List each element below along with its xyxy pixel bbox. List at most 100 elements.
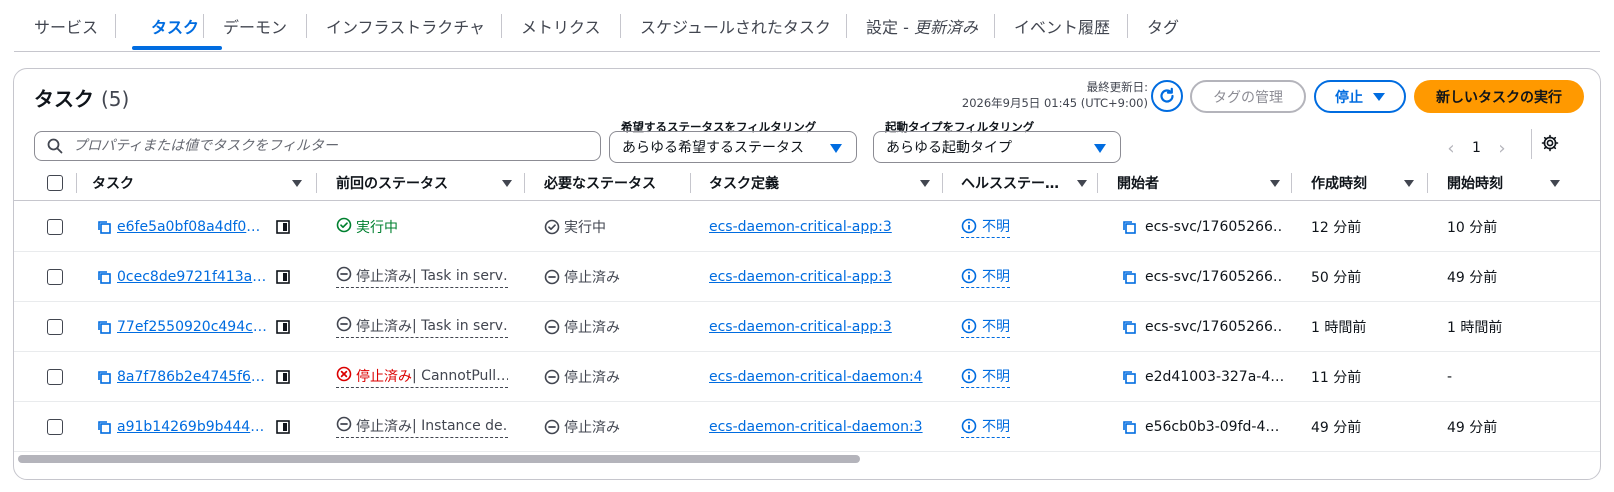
tab-metrics[interactable]: メトリクス: [521, 0, 601, 52]
started-by-cell: e56cb0b3-09fd-4…: [1121, 402, 1283, 452]
row-checkbox[interactable]: [47, 319, 63, 335]
task-definition-link[interactable]: ecs-daemon-critical-app:3: [709, 319, 892, 335]
task-id-link[interactable]: a91b14269b9b444f8…: [117, 419, 267, 435]
copy-icon[interactable]: [96, 319, 112, 335]
tab-configuration[interactable]: 設定 - 更新済み: [866, 0, 978, 52]
column-label: 作成時刻: [1311, 176, 1367, 192]
last-status-detail: | Task in serv…: [412, 268, 508, 284]
copy-icon[interactable]: [1121, 419, 1137, 435]
column-header-task[interactable]: タスク: [92, 165, 310, 201]
last-status-popover[interactable]: 停止済み | Task in serv…: [336, 266, 508, 288]
tab-tags[interactable]: タグ: [1147, 0, 1179, 52]
manage-tags-button[interactable]: タグの管理: [1190, 80, 1306, 113]
table-row: 8a7f786b2e4745f69… 停止済み | CannotPull… 停止…: [14, 352, 1600, 402]
stopped-icon: [544, 319, 560, 335]
tab-tasks[interactable]: タスク: [151, 0, 199, 52]
tab-divider: [994, 14, 995, 38]
launch-type-select[interactable]: あらゆる起動タイプ: [873, 131, 1121, 163]
task-definition-link[interactable]: ecs-daemon-critical-app:3: [709, 269, 892, 285]
column-header-desired-status[interactable]: 必要なステータス: [544, 165, 694, 201]
info-icon: [961, 268, 977, 284]
task-definition-link[interactable]: ecs-daemon-critical-daemon:4: [709, 369, 923, 385]
copy-icon[interactable]: [96, 269, 112, 285]
next-page-icon[interactable]: ›: [1495, 138, 1509, 159]
info-icon: [961, 218, 977, 234]
details-panel-icon[interactable]: [275, 219, 291, 235]
task-count: (5): [100, 87, 130, 111]
preferences-button[interactable]: [1539, 132, 1561, 154]
task-id-link[interactable]: 0cec8de9721f413a9…: [117, 269, 267, 285]
copy-icon[interactable]: [96, 369, 112, 385]
tab-event-history[interactable]: イベント履歴: [1014, 0, 1110, 52]
stopped-icon: [544, 419, 560, 435]
health-status-popover[interactable]: 不明: [961, 216, 1010, 238]
health-status-popover[interactable]: 不明: [961, 266, 1010, 288]
details-panel-icon[interactable]: [275, 419, 291, 435]
info-icon: [961, 418, 977, 434]
task-filter-search[interactable]: [34, 131, 601, 161]
tab-label: イベント履歴: [1014, 18, 1111, 37]
last-updated-value: 2026年9月5日 01:45 (UTC+9:00): [961, 96, 1148, 110]
task-id-link[interactable]: e6fe5a0bf08a4df0b4…: [117, 219, 267, 235]
stopped-icon: [336, 266, 352, 282]
details-panel-icon[interactable]: [275, 269, 291, 285]
tab-scheduled-tasks[interactable]: スケジュールされたタスク: [640, 0, 831, 52]
column-header-task-definition[interactable]: タスク定義: [709, 165, 941, 201]
copy-icon[interactable]: [96, 219, 112, 235]
column-header-started-at[interactable]: 開始時刻: [1447, 165, 1572, 201]
desired-status-select[interactable]: あらゆる希望するステータス: [609, 131, 857, 163]
tab-daemons[interactable]: デーモン: [223, 0, 287, 52]
task-id-link[interactable]: 8a7f786b2e4745f69…: [117, 369, 267, 385]
horizontal-scrollbar[interactable]: [18, 455, 860, 463]
tab-divider: [115, 14, 116, 38]
health-status-popover[interactable]: 不明: [961, 316, 1010, 338]
column-divider: [1291, 173, 1292, 193]
column-header-started-by[interactable]: 開始者: [1117, 165, 1287, 201]
tab-services[interactable]: サービス: [34, 0, 98, 52]
details-panel-icon[interactable]: [275, 369, 291, 385]
refresh-icon: [1160, 87, 1174, 103]
last-status-popover[interactable]: 実行中: [336, 217, 398, 237]
copy-icon[interactable]: [1121, 319, 1137, 335]
refresh-button[interactable]: [1151, 80, 1183, 112]
row-checkbox[interactable]: [47, 269, 63, 285]
column-header-last-status[interactable]: 前回のステータス: [336, 165, 532, 201]
column-label: ヘルスステー…: [961, 176, 1059, 192]
copy-icon[interactable]: [1121, 369, 1137, 385]
stop-button[interactable]: 停止: [1314, 80, 1406, 113]
search-input[interactable]: [73, 138, 573, 154]
task-definition-link[interactable]: ecs-daemon-critical-daemon:3: [709, 419, 923, 435]
previous-page-icon[interactable]: ‹: [1444, 138, 1458, 159]
tab-label: スケジュールされたタスク: [640, 18, 831, 37]
tab-label: メトリクス: [521, 18, 601, 37]
task-cell: a91b14269b9b444f8…: [96, 402, 296, 452]
stopped-icon: [336, 416, 352, 432]
select-all-checkbox[interactable]: [47, 175, 63, 191]
task-id-link[interactable]: 77ef2550920c494c8…: [117, 319, 267, 335]
last-status-popover[interactable]: 停止済み | CannotPull…: [336, 366, 508, 388]
health-status-popover[interactable]: 不明: [961, 416, 1010, 438]
row-checkbox[interactable]: [47, 219, 63, 235]
task-definition-link[interactable]: ecs-daemon-critical-app:3: [709, 219, 892, 235]
row-checkbox[interactable]: [47, 369, 63, 385]
health-status-popover[interactable]: 不明: [961, 366, 1010, 388]
copy-icon[interactable]: [96, 419, 112, 435]
row-checkbox[interactable]: [47, 419, 63, 435]
tab-infrastructure[interactable]: インフラストラクチャ: [326, 0, 485, 52]
last-status-popover[interactable]: 停止済み | Task in serv…: [336, 316, 508, 338]
run-new-task-button[interactable]: 新しいタスクの実行: [1414, 80, 1584, 113]
started-at-cell: 49 分前: [1447, 252, 1572, 302]
copy-icon[interactable]: [1121, 219, 1137, 235]
last-status-popover[interactable]: 停止済み | Instance de…: [336, 416, 508, 438]
column-divider: [316, 173, 317, 193]
details-panel-icon[interactable]: [275, 319, 291, 335]
current-page[interactable]: 1: [1472, 140, 1481, 156]
column-header-created-at[interactable]: 作成時刻: [1311, 165, 1421, 201]
health-status-cell: 不明: [961, 402, 1091, 452]
column-divider: [942, 173, 943, 193]
tab-divider: [501, 14, 502, 38]
column-header-health-status[interactable]: ヘルスステー…: [961, 165, 1091, 201]
check-circle-icon: [544, 219, 560, 235]
copy-icon[interactable]: [1121, 269, 1137, 285]
desired-status-text: 実行中: [564, 220, 606, 236]
